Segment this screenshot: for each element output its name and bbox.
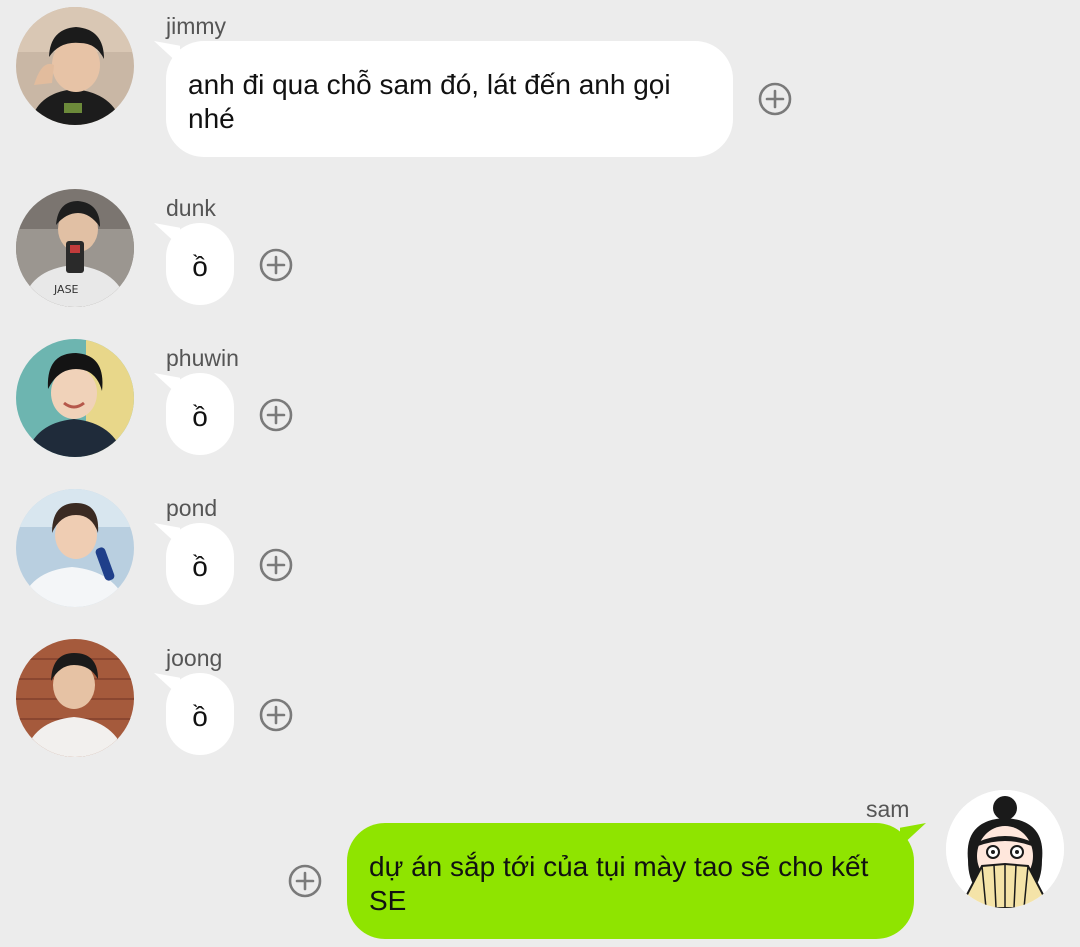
add-reaction-icon[interactable] [259, 248, 293, 282]
joong-avatar[interactable] [16, 639, 134, 757]
sender-name: joong [166, 645, 223, 671]
message-bubble[interactable]: ồ [166, 223, 234, 305]
sender-name: phuwin [166, 345, 239, 371]
message-row: phuwin ồ [0, 330, 1080, 465]
add-reaction-icon[interactable] [259, 548, 293, 582]
add-reaction-icon[interactable] [288, 864, 322, 898]
message-row-outgoing: sam dự án sắp tới của tụi mày tao sẽ cho… [0, 785, 1080, 947]
sender-name: sam [866, 796, 910, 822]
chat-thread: jimmy anh đi qua chỗ sam đó, lát đến anh… [0, 0, 1080, 947]
svg-text:JASE: JASE [53, 283, 79, 296]
pond-avatar[interactable] [16, 489, 134, 607]
add-reaction-icon[interactable] [758, 82, 792, 116]
dunk-avatar[interactable]: JASE [16, 189, 134, 307]
message-bubble[interactable]: dự án sắp tới của tụi mày tao sẽ cho kết… [347, 823, 914, 939]
add-reaction-icon[interactable] [259, 398, 293, 432]
sender-name: dunk [166, 195, 216, 221]
message-row: joong ồ [0, 630, 1080, 765]
message-bubble[interactable]: ồ [166, 373, 234, 455]
sender-name: jimmy [166, 13, 227, 39]
message-row: JASE dunk ồ [0, 180, 1080, 315]
message-row: pond ồ [0, 480, 1080, 615]
sender-name: pond [166, 495, 218, 521]
jimmy-avatar[interactable] [16, 7, 134, 125]
message-bubble[interactable]: anh đi qua chỗ sam đó, lát đến anh gọi n… [166, 41, 733, 157]
sam-avatar[interactable] [946, 790, 1064, 908]
message-bubble[interactable]: ồ [166, 673, 234, 755]
message-row: jimmy anh đi qua chỗ sam đó, lát đến anh… [0, 0, 1080, 165]
add-reaction-icon[interactable] [259, 698, 293, 732]
message-bubble[interactable]: ồ [166, 523, 234, 605]
phuwin-avatar[interactable] [16, 339, 134, 457]
